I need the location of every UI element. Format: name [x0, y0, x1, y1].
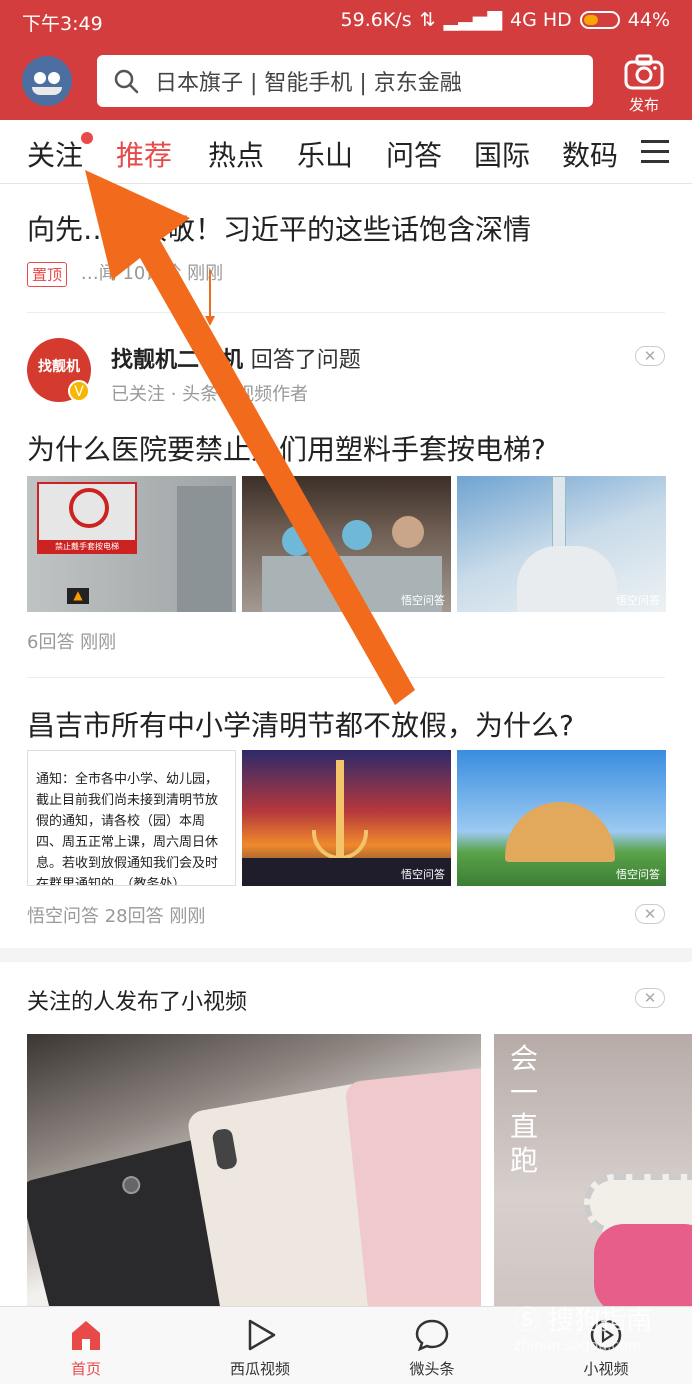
battery-icon — [579, 11, 620, 29]
tab-leshan[interactable]: 乐山 — [297, 134, 353, 174]
tab-international[interactable]: 国际 — [474, 134, 530, 174]
chat-bubble-icon — [415, 1319, 449, 1352]
item1-title[interactable]: 向先……致敬！习近平的这些话饱含深情 — [27, 208, 531, 248]
nav-home[interactable]: 首页 — [26, 1307, 146, 1384]
data-transfer-icon: ⇅ — [419, 9, 436, 31]
sogou-logo-icon: Ⓢ — [514, 1306, 541, 1336]
search-placeholder: 日本旗子 | 智能手机 | 京东金融 — [155, 71, 462, 96]
net-speed: 59.6K/s — [340, 9, 412, 31]
video-card-second[interactable]: 会一直跑 — [494, 1034, 692, 1306]
tab-recommend[interactable]: 推荐 — [116, 134, 172, 174]
menu-icon[interactable] — [641, 140, 669, 164]
thumb-watermark: 悟空问答 — [401, 594, 445, 607]
pinned-badge: 置顶 — [27, 261, 68, 287]
author-name[interactable]: 找靓机二手机 — [111, 348, 243, 373]
nav-label: 西瓜视频 — [229, 1360, 290, 1378]
sogou-watermark: Ⓢ 搜狗指南 — [514, 1300, 652, 1337]
item2-thumb-hospital[interactable]: 悟空问答 — [242, 476, 451, 612]
search-icon — [114, 69, 139, 94]
item1-meta-row: 置顶 …闻 10评论 刚刚 — [27, 259, 223, 287]
toy-body — [594, 1224, 692, 1306]
item1-meta: …闻 10评论 刚刚 — [80, 263, 224, 284]
no-gloves-sign: 禁止戴手套按电梯 — [37, 482, 137, 554]
verified-badge-icon: V — [68, 380, 90, 402]
status-time: 下午3:49 — [22, 13, 103, 35]
publish-button[interactable]: 发布 — [612, 50, 676, 114]
nav-weitoutiao[interactable]: 微头条 — [372, 1307, 492, 1384]
item3-meta: 悟空问答 28回答 刚刚 — [27, 906, 206, 927]
item3-thumb-dome[interactable]: 悟空问答 — [457, 750, 666, 886]
video-caption: 会一直跑 — [510, 1042, 539, 1177]
dismiss-button[interactable]: ✕ — [635, 988, 665, 1008]
signal-icon: ▂▃▅▇ — [443, 9, 502, 31]
dismiss-button[interactable]: ✕ — [635, 904, 665, 924]
thumb-watermark: 悟空问答 — [616, 868, 660, 881]
dome-building — [505, 802, 615, 862]
item3-thumb-monument[interactable]: 悟空问答 — [242, 750, 451, 886]
notification-dot — [81, 132, 94, 144]
tab-follow[interactable]: 关注 — [27, 132, 94, 174]
home-icon — [72, 1321, 100, 1350]
nav-label: 微头条 — [409, 1360, 455, 1378]
network-type: 4G HD — [509, 9, 572, 31]
notice-text: 通知：全市各中小学、幼儿园，截止目前我们尚未接到清明节放假的通知，请各校（园）本… — [36, 772, 219, 886]
author-subtitle: 已关注 · 头条号视频作者 — [111, 384, 309, 405]
play-icon — [248, 1319, 276, 1351]
watermark-text: 搜狗指南 — [548, 1306, 653, 1336]
item2-title[interactable]: 为什么医院要禁止人们用塑料手套按电梯? — [27, 428, 546, 468]
divider — [27, 677, 665, 678]
publish-label: 发布 — [628, 96, 659, 114]
search-bar[interactable]: 日本旗子 | 智能手机 | 京东金融 — [97, 55, 593, 107]
divider — [27, 312, 665, 313]
elevator-button-icon: ▲ — [67, 588, 89, 604]
nav-xigua-video[interactable]: 西瓜视频 — [200, 1307, 320, 1384]
camera-icon — [624, 54, 664, 90]
nav-label: 小视频 — [583, 1360, 629, 1378]
app-header: 日本旗子 | 智能手机 | 京东金融 发布 — [0, 42, 692, 120]
item2-thumb-elevator[interactable]: 禁止戴手套按电梯 ▲ — [27, 476, 236, 612]
nav-label: 首页 — [70, 1360, 101, 1378]
tab-label: 关注 — [27, 139, 84, 172]
dismiss-button[interactable]: ✕ — [635, 346, 665, 366]
status-right: 59.6K/s ⇅ ▂▃▅▇ 4G HD 44% — [341, 9, 670, 31]
item2-thumb-syringe[interactable]: 悟空问答 — [457, 476, 666, 612]
battery-percent: 44% — [627, 9, 670, 31]
video-section-title: 关注的人发布了小视频 — [27, 990, 248, 1015]
watermark-url: zhinan.sogou.com — [514, 1338, 642, 1354]
phone-pink — [344, 1066, 481, 1306]
tab-digital[interactable]: 数码 — [562, 134, 618, 174]
video-card-phones[interactable] — [27, 1034, 481, 1306]
item2-meta: 6回答 刚刚 — [27, 632, 117, 653]
item3-thumb-notice[interactable]: 通知：全市各中小学、幼儿园，截止目前我们尚未接到清明节放假的通知，请各校（园）本… — [27, 750, 236, 886]
user-avatar[interactable] — [22, 56, 72, 106]
thumb-watermark: 悟空问答 — [401, 868, 445, 881]
author-action: 回答了问题 — [250, 348, 361, 373]
tab-qa[interactable]: 问答 — [386, 134, 442, 174]
section-gap — [0, 948, 692, 962]
status-bar: 下午3:49 59.6K/s ⇅ ▂▃▅▇ 4G HD 44% — [0, 0, 692, 42]
thumb-watermark: 悟空问答 — [616, 594, 660, 607]
category-tabs: 关注 推荐 热点 乐山 问答 国际 数码 — [0, 120, 692, 184]
sign-text: 禁止戴手套按电梯 — [39, 540, 135, 554]
author-line: 找靓机二手机 回答了问题 — [111, 342, 361, 374]
elevator-door — [177, 486, 232, 612]
tab-hot[interactable]: 热点 — [208, 134, 264, 174]
item3-title[interactable]: 昌吉市所有中小学清明节都不放假，为什么? — [27, 704, 574, 744]
